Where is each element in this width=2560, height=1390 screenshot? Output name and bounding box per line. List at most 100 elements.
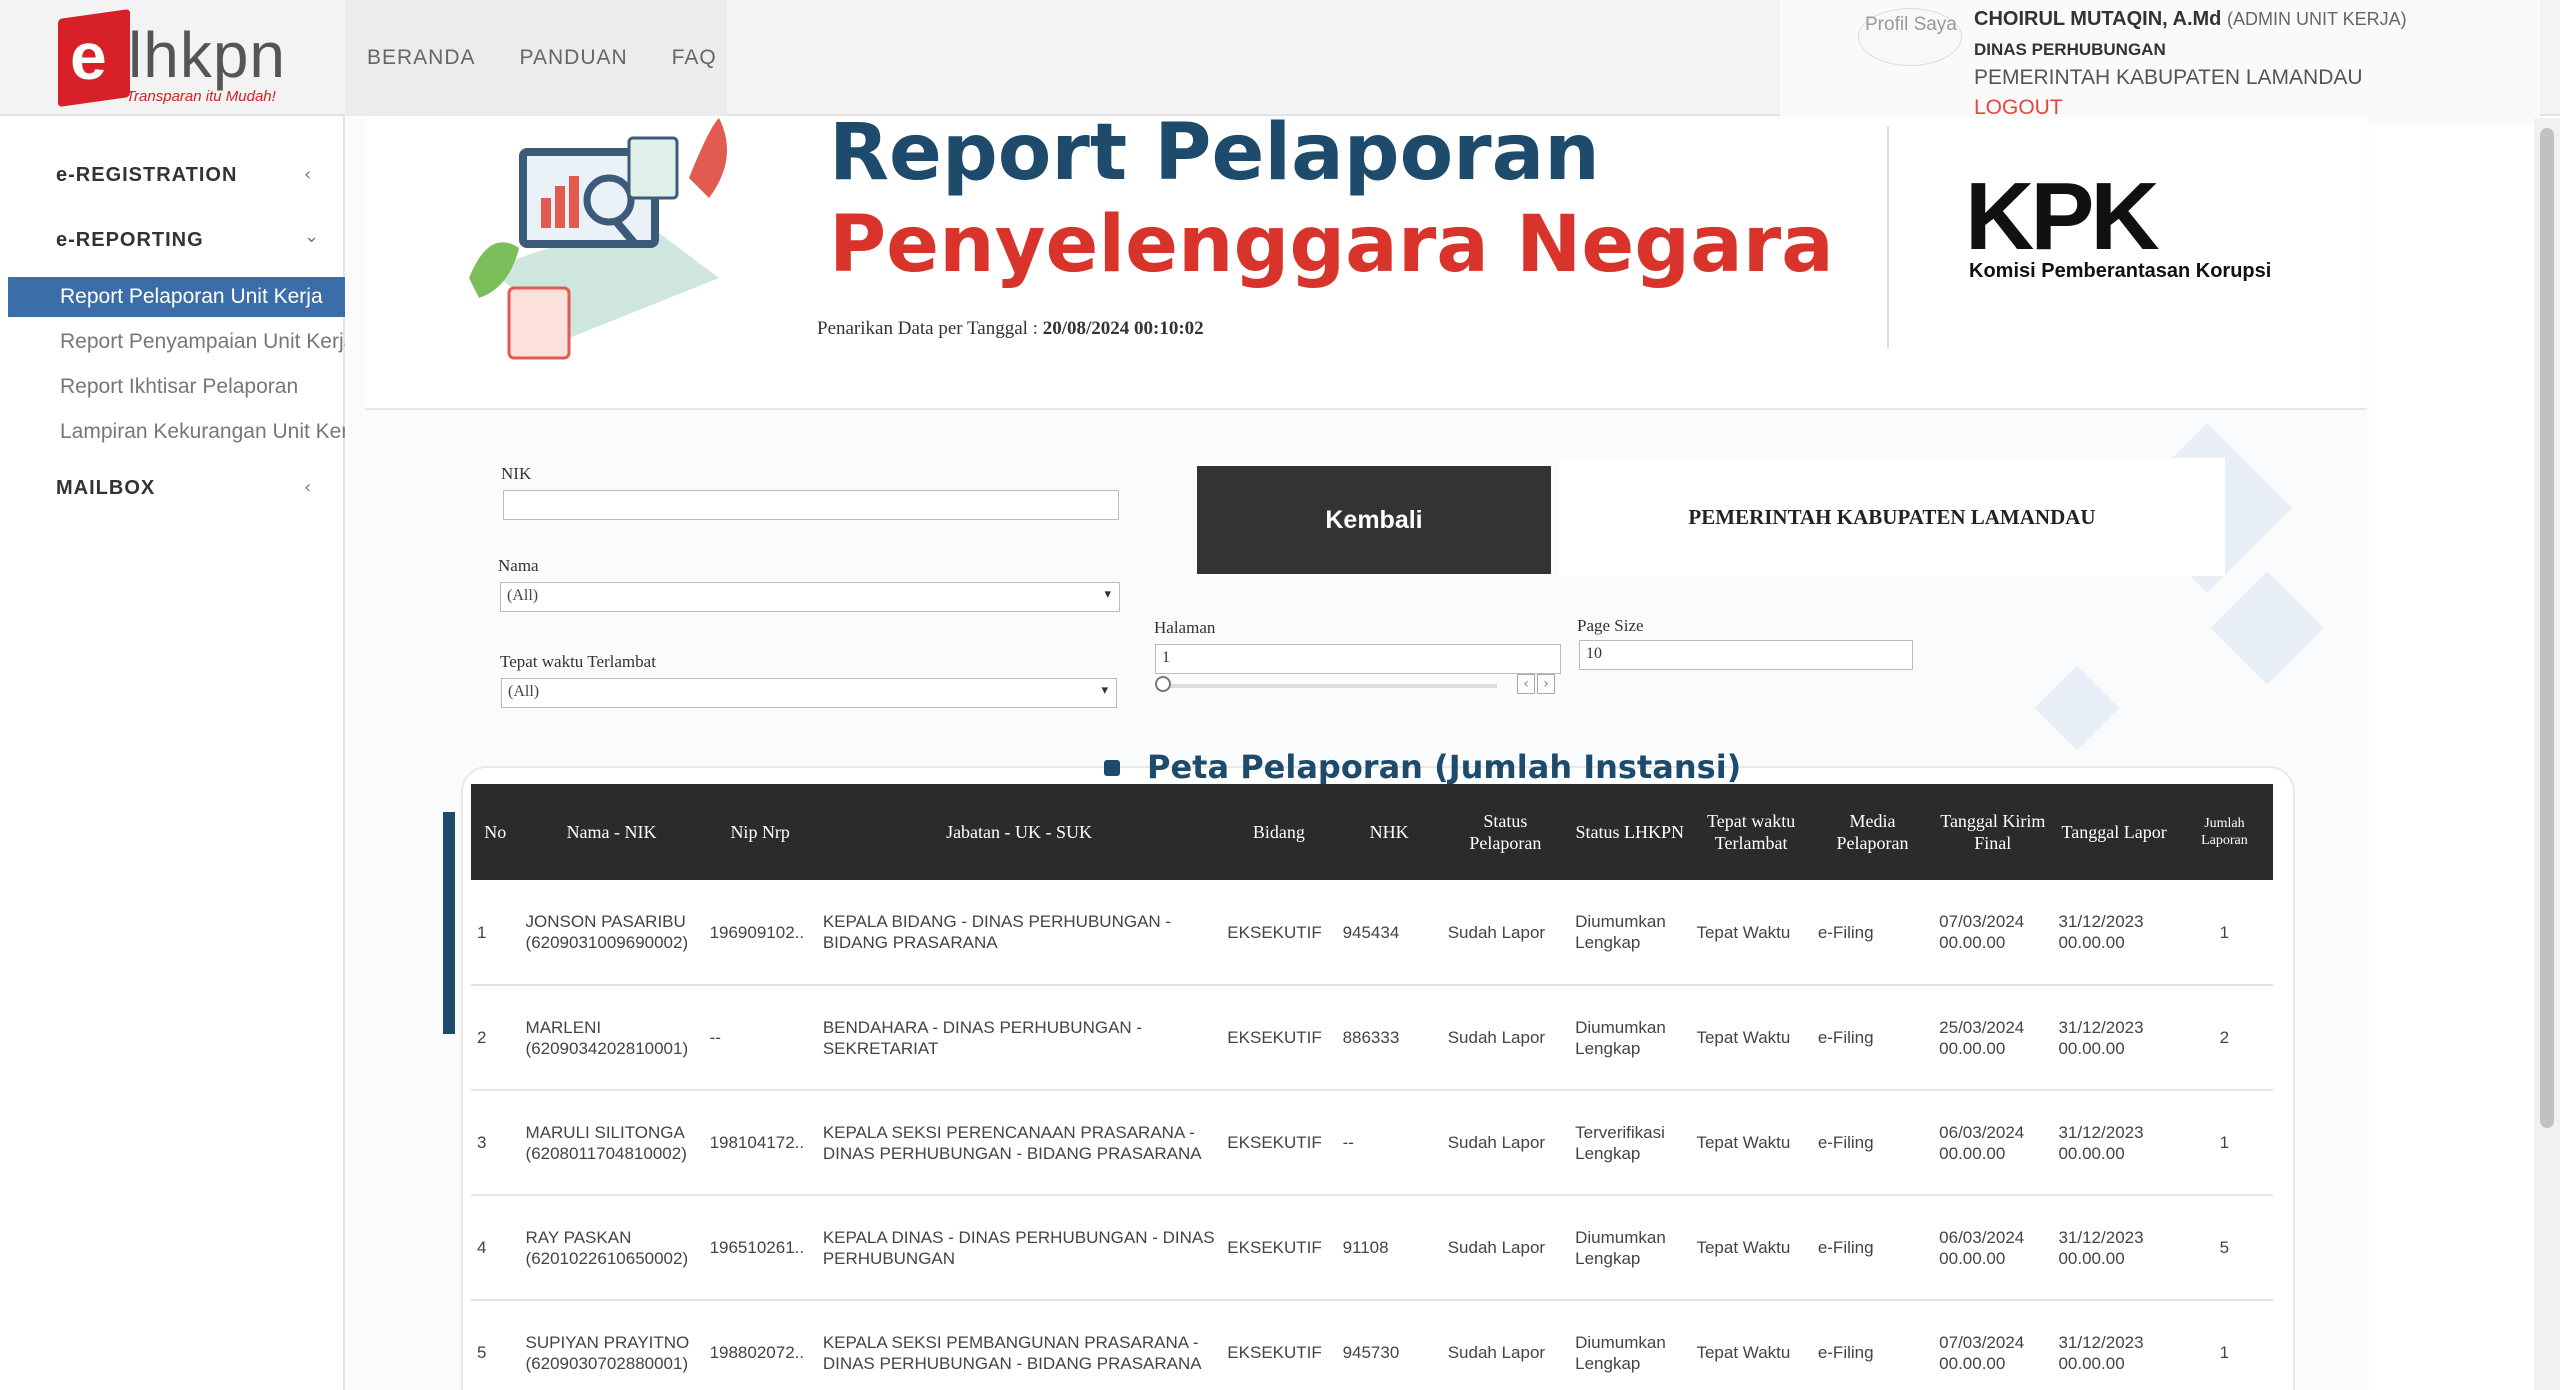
pemerintah-label: PEMERINTAH KABUPATEN LAMANDAU bbox=[1559, 458, 2225, 576]
chevron-left-icon[interactable]: ‹ bbox=[304, 477, 311, 498]
header-tepat-waktu[interactable]: Tepat waktu Terlambat bbox=[1690, 784, 1812, 880]
cell-no: 4 bbox=[471, 1195, 520, 1301]
cell-status-lhkpn: Diumumkan Lengkap bbox=[1569, 1195, 1691, 1301]
table-row[interactable]: 2 MARLENI (6209034202810001) -- BENDAHAR… bbox=[471, 985, 2273, 1091]
chevron-down-icon: ▾ bbox=[1101, 682, 1108, 697]
header-jabatan[interactable]: Jabatan - UK - SUK bbox=[816, 784, 1222, 880]
halaman-input[interactable]: 1 bbox=[1155, 644, 1561, 674]
sidebar-item-lampiran[interactable]: Lampiran Kekurangan Unit Kerja bbox=[8, 412, 345, 452]
profile-pemerintah: PEMERINTAH KABUPATEN LAMANDAU bbox=[1974, 66, 2363, 89]
nik-input[interactable] bbox=[503, 490, 1119, 520]
report-illustration-icon bbox=[469, 118, 727, 360]
cell-nip: 196909102.. bbox=[703, 880, 817, 986]
table-row[interactable]: 5 SUPIYAN PRAYITNO (6209030702880001) 19… bbox=[471, 1300, 2273, 1390]
chevron-left-icon[interactable]: ‹ bbox=[304, 164, 311, 185]
cell-nip: 198104172.. bbox=[703, 1090, 817, 1196]
cell-jumlah: 1 bbox=[2175, 880, 2273, 986]
header-nhk[interactable]: NHK bbox=[1336, 784, 1442, 880]
page-size-input[interactable]: 10 bbox=[1579, 640, 1913, 670]
cell-jabatan: KEPALA SEKSI PERENCANAAN PRASARANA - DIN… bbox=[816, 1090, 1222, 1196]
cell-nhk: 945730 bbox=[1336, 1300, 1442, 1390]
section-title: Peta Pelaporan (Jumlah Instansi) bbox=[1147, 748, 1742, 786]
header-tanggal-lapor[interactable]: Tanggal Lapor bbox=[2052, 784, 2176, 880]
cell-status-lhkpn: Diumumkan Lengkap bbox=[1569, 1300, 1691, 1390]
tepat-waktu-select[interactable]: (All) ▾ bbox=[501, 678, 1117, 708]
header-media[interactable]: Media Pelaporan bbox=[1811, 784, 1934, 880]
cell-nama-nik: MARULI SILITONGA (6208011704810002) bbox=[519, 1090, 704, 1196]
scrollbar-thumb[interactable] bbox=[2540, 128, 2554, 1128]
logout-link[interactable]: LOGOUT bbox=[1974, 96, 2063, 120]
header-tanggal-kirim[interactable]: Tanggal Kirim Final bbox=[1933, 784, 2053, 880]
menu-e-registration[interactable]: e-REGISTRATION bbox=[56, 164, 237, 187]
sidebar-item-report-penyampaian[interactable]: Report Penyampaian Unit Kerja bbox=[8, 322, 345, 362]
logo[interactable]: e lhkpn Transparan itu Mudah! bbox=[0, 0, 345, 116]
kembali-button[interactable]: Kembali bbox=[1197, 466, 1551, 574]
profile-name: CHOIRUL MUTAQIN, A.Md (ADMIN UNIT KERJA) bbox=[1974, 8, 2407, 31]
next-page-icon[interactable]: › bbox=[1537, 674, 1555, 694]
nav-panduan[interactable]: PANDUAN bbox=[520, 46, 628, 70]
cell-status-pelaporan: Sudah Lapor bbox=[1441, 880, 1570, 986]
table-header-row: No Nama - NIK Nip Nrp Jabatan - UK - SUK… bbox=[471, 784, 2273, 880]
cell-media: e-Filing bbox=[1811, 985, 1934, 1091]
menu-mailbox[interactable]: MAILBOX bbox=[56, 477, 155, 500]
cell-nhk: 886333 bbox=[1336, 985, 1442, 1091]
cell-tepat-waktu: Tepat Waktu bbox=[1690, 1195, 1812, 1301]
cell-tanggal-kirim: 07/03/2024 00.00.00 bbox=[1933, 880, 2053, 986]
profile-name-text: CHOIRUL MUTAQIN, A.Md bbox=[1974, 8, 2222, 30]
cell-nama-nik: SUPIYAN PRAYITNO (6209030702880001) bbox=[519, 1300, 704, 1390]
profile-dinas: DINAS PERHUBUNGAN bbox=[1974, 40, 2166, 59]
cell-tepat-waktu: Tepat Waktu bbox=[1690, 1090, 1812, 1196]
cell-status-lhkpn: Terverifikasi Lengkap bbox=[1569, 1090, 1691, 1196]
cell-tanggal-lapor: 31/12/2023 00.00.00 bbox=[2052, 985, 2176, 1091]
sidebar-item-report-ikhtisar[interactable]: Report Ikhtisar Pelaporan bbox=[8, 367, 345, 407]
cell-jumlah: 1 bbox=[2175, 1300, 2273, 1390]
nama-select[interactable]: (All) ▾ bbox=[500, 582, 1120, 612]
header-status-pelaporan[interactable]: Status Pelaporan bbox=[1441, 784, 1570, 880]
table-row[interactable]: 4 RAY PASKAN (6201022610650002) 19651026… bbox=[471, 1195, 2273, 1301]
header-status-lhkpn[interactable]: Status LHKPN bbox=[1569, 784, 1691, 880]
avatar[interactable]: Profil Saya bbox=[1858, 8, 1962, 66]
logo-tagline: Transparan itu Mudah! bbox=[126, 88, 276, 105]
header-nama-nik[interactable]: Nama - NIK bbox=[519, 784, 704, 880]
cell-tanggal-kirim: 25/03/2024 00.00.00 bbox=[1933, 985, 2053, 1091]
scrollbar[interactable] bbox=[2534, 118, 2560, 1390]
halaman-slider[interactable] bbox=[1159, 684, 1497, 688]
cell-tanggal-kirim: 06/03/2024 00.00.00 bbox=[1933, 1195, 2053, 1301]
nik-label: NIK bbox=[501, 464, 532, 483]
cell-tanggal-lapor: 31/12/2023 00.00.00 bbox=[2052, 880, 2176, 986]
background-decoration bbox=[2210, 571, 2324, 685]
logo-letter: e bbox=[70, 19, 107, 93]
header-bidang[interactable]: Bidang bbox=[1221, 784, 1337, 880]
halaman-slider-handle[interactable] bbox=[1155, 676, 1171, 692]
nama-select-value: (All) bbox=[507, 587, 539, 604]
nav-faq[interactable]: FAQ bbox=[672, 46, 717, 70]
chevron-down-icon: ▾ bbox=[1104, 586, 1111, 601]
cell-jumlah: 5 bbox=[2175, 1195, 2273, 1301]
cell-status-pelaporan: Sudah Lapor bbox=[1441, 1195, 1570, 1301]
header-jumlah-laporan[interactable]: Jumlah Laporan bbox=[2175, 784, 2273, 880]
cell-bidang: EKSEKUTIF bbox=[1221, 880, 1337, 986]
cell-jabatan: KEPALA SEKSI PEMBANGUNAN PRASARANA - DIN… bbox=[816, 1300, 1222, 1390]
top-navigation: BERANDA PANDUAN FAQ bbox=[345, 0, 727, 116]
page-size-label: Page Size bbox=[1577, 616, 1644, 635]
prev-page-icon[interactable]: ‹ bbox=[1517, 674, 1535, 694]
table-row[interactable]: 1 JONSON PASARIBU (6209031009690002) 196… bbox=[471, 880, 2273, 986]
table-row[interactable]: 3 MARULI SILITONGA (6208011704810002) 19… bbox=[471, 1090, 2273, 1196]
nav-beranda[interactable]: BERANDA bbox=[367, 46, 476, 70]
cell-bidang: EKSEKUTIF bbox=[1221, 1300, 1337, 1390]
page-title: Report Pelaporan bbox=[829, 118, 1600, 198]
cell-tanggal-lapor: 31/12/2023 00.00.00 bbox=[2052, 1090, 2176, 1196]
cell-status-pelaporan: Sudah Lapor bbox=[1441, 1090, 1570, 1196]
cell-no: 2 bbox=[471, 985, 520, 1091]
logo-name: lhkpn bbox=[128, 19, 286, 91]
report-table: No Nama - NIK Nip Nrp Jabatan - UK - SUK… bbox=[471, 784, 2273, 1390]
cell-no: 1 bbox=[471, 880, 520, 986]
header-no[interactable]: No bbox=[471, 784, 520, 880]
cell-nip: -- bbox=[703, 985, 817, 1091]
cell-jumlah: 2 bbox=[2175, 985, 2273, 1091]
cell-no: 3 bbox=[471, 1090, 520, 1196]
chevron-down-icon[interactable]: ⌄ bbox=[304, 226, 319, 247]
sidebar-item-report-pelaporan[interactable]: Report Pelaporan Unit Kerja bbox=[8, 277, 345, 317]
header-nip-nrp[interactable]: Nip Nrp bbox=[703, 784, 817, 880]
menu-e-reporting[interactable]: e-REPORTING bbox=[56, 229, 204, 252]
